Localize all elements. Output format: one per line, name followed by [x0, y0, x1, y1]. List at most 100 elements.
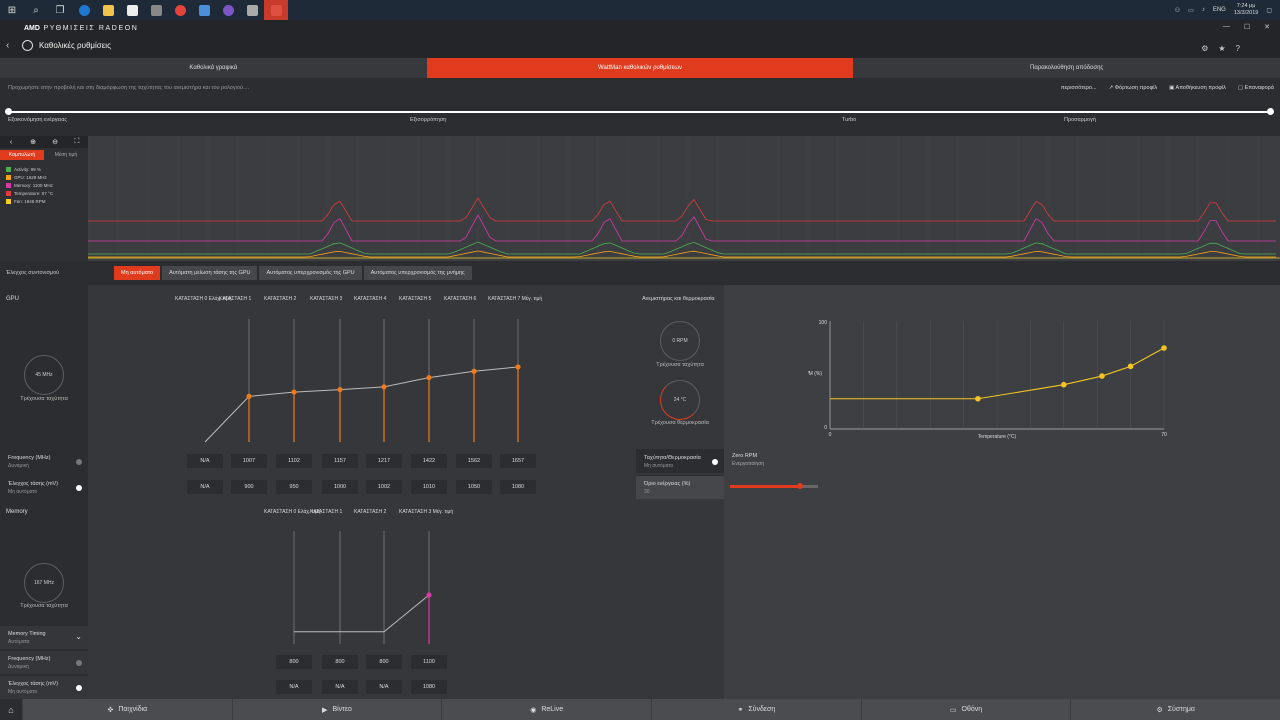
save-profile-button[interactable]: ▣ Αποθήκευση προφίλ: [1169, 85, 1226, 91]
edge-icon[interactable]: [72, 0, 96, 20]
gpu-voltage-row[interactable]: Έλεγχος τάσης (mV) Μη αυτόματο: [0, 475, 88, 499]
legend-item[interactable]: Activity: 99 %: [6, 165, 88, 173]
memory-timing-dropdown[interactable]: Memory Timing Αυτόματα ⌄: [0, 625, 88, 649]
bookmark-star-icon[interactable]: ★: [1218, 44, 1225, 53]
gpu-frequency-cell[interactable]: N/A: [187, 454, 223, 468]
gpu-voltage-cell[interactable]: 1000: [322, 480, 358, 494]
more-link[interactable]: περισσότερο...: [1061, 85, 1097, 91]
tuning-manual-button[interactable]: Μη αυτόματο: [114, 266, 161, 280]
gpu-voltage-cell[interactable]: 1080: [500, 480, 536, 494]
task-view-icon[interactable]: ❐: [48, 0, 72, 20]
memory-state-point[interactable]: [426, 592, 432, 598]
gpu-voltage-cell[interactable]: N/A: [187, 480, 223, 494]
home-icon[interactable]: ⌂: [0, 699, 22, 720]
gpu-frequency-cell[interactable]: 1657: [500, 454, 536, 468]
nav-video[interactable]: ▶ Βίντεο: [231, 699, 442, 720]
fan-curve-point[interactable]: [975, 395, 981, 402]
fan-curve-point[interactable]: [1161, 345, 1167, 351]
gpu-frequency-row[interactable]: Frequency (MHz) Δυναμική: [0, 449, 88, 473]
preset-power-saving[interactable]: Εξοικονόμηση ενέργειας: [8, 117, 67, 123]
calculator-icon[interactable]: [144, 0, 168, 20]
gpu-frequency-cell[interactable]: 1007: [231, 454, 267, 468]
people-icon[interactable]: ⚇: [1175, 7, 1180, 14]
memory-voltage-cell[interactable]: N/A: [366, 680, 402, 694]
gpu-frequency-cell[interactable]: 1562: [456, 454, 492, 468]
gpu-frequency-cell[interactable]: 1217: [366, 454, 402, 468]
radeon-icon[interactable]: [264, 0, 288, 20]
preset-stop-custom[interactable]: [1267, 108, 1274, 115]
nav-relive[interactable]: ◉ ReLive: [441, 699, 651, 720]
gpu-frequency-toggle[interactable]: [76, 459, 82, 465]
tuning-auto-oc-memory-button[interactable]: Αυτόματος υπερχρονισμός της μνήμης: [363, 266, 472, 280]
nav-connect[interactable]: ⚭ Σύνδεση: [651, 699, 861, 720]
close-button[interactable]: ✕: [1264, 23, 1270, 31]
network-icon[interactable]: ▭: [1188, 7, 1194, 14]
chrome-icon[interactable]: [168, 0, 192, 20]
gpu-state-point[interactable]: [291, 389, 297, 395]
memory-frequency-cell[interactable]: 800: [276, 655, 312, 669]
preset-balanced[interactable]: Εξισορρόπηση: [410, 117, 446, 123]
memory-frequency-cell[interactable]: 800: [322, 655, 358, 669]
tuning-auto-oc-gpu-button[interactable]: Αυτόματος υπερχρονισμός της GPU: [259, 266, 362, 280]
memory-frequency-row[interactable]: Frequency (MHz) Δυναμική: [0, 650, 88, 674]
zero-rpm-status[interactable]: Ενεργοποίηση: [732, 461, 764, 467]
fan-speed-temp-row[interactable]: Ταχύτητα/Θερμοκρασία Μη αυτόματο: [636, 449, 724, 473]
zoom-out-icon[interactable]: ⊖: [44, 136, 66, 148]
memory-frequency-cell[interactable]: 1100: [411, 655, 447, 669]
legend-item[interactable]: Memory: 1100 MHz: [6, 181, 88, 189]
tab-global-graphics[interactable]: Καθολικά γραφικά: [0, 58, 427, 78]
gpu-voltage-cell[interactable]: 1002: [366, 480, 402, 494]
gpu-state-point[interactable]: [381, 384, 387, 390]
memory-voltage-cell[interactable]: N/A: [322, 680, 358, 694]
reset-button[interactable]: ▢ Επαναφορά: [1238, 85, 1274, 91]
tab-wattman[interactable]: WattMan καθολικών ρυθμίσεων: [426, 58, 854, 78]
file-explorer-icon[interactable]: [96, 0, 120, 20]
preset-handle[interactable]: [5, 108, 12, 115]
nav-system[interactable]: ⚙ Σύστημα: [1070, 699, 1280, 720]
search-icon[interactable]: ⌕: [24, 0, 48, 20]
nav-gaming[interactable]: ✜ Παιχνίδια: [22, 699, 232, 720]
fan-speed-temp-toggle[interactable]: [712, 459, 718, 465]
notifications-icon[interactable]: ▢: [1266, 7, 1272, 14]
clock[interactable]: 7:24 μμ 13/3/2019: [1234, 3, 1258, 17]
legend-item[interactable]: GPU: 1628 MHz: [6, 173, 88, 181]
power-limit-row[interactable]: Όριο ενέργειας (%) 30: [636, 475, 724, 499]
tab-performance-monitoring[interactable]: Παρακολούθηση απόδοσης: [853, 58, 1280, 78]
memory-voltage-toggle[interactable]: [76, 685, 82, 691]
gpu-voltage-cell[interactable]: 1010: [411, 480, 447, 494]
language-indicator[interactable]: ENG: [1213, 7, 1226, 13]
mail-icon[interactable]: [120, 0, 144, 20]
preset-turbo[interactable]: Turbo: [842, 117, 856, 123]
settings-gear-icon[interactable]: ⚙: [1201, 44, 1208, 53]
memory-states-chart[interactable]: [88, 521, 636, 651]
fullscreen-icon[interactable]: ⛶: [66, 136, 88, 148]
gpu-states-chart[interactable]: [88, 305, 636, 465]
memory-frequency-cell[interactable]: 800: [366, 655, 402, 669]
legend-item[interactable]: Fan: 1846 RPM: [6, 197, 88, 205]
photos-icon[interactable]: [240, 0, 264, 20]
nav-display[interactable]: ▭ Οθόνη: [860, 699, 1071, 720]
mode-average-button[interactable]: Μέση τιμή: [44, 150, 88, 160]
gpu-voltage-cell[interactable]: 950: [276, 480, 312, 494]
gpu-frequency-cell[interactable]: 1157: [322, 454, 358, 468]
volume-icon[interactable]: ♪: [1202, 7, 1205, 13]
preset-track[interactable]: [8, 111, 1272, 113]
gpu-voltage-cell[interactable]: 1050: [456, 480, 492, 494]
gpu-frequency-cell[interactable]: 1422: [411, 454, 447, 468]
memory-frequency-toggle[interactable]: [76, 660, 82, 666]
gpu-state-point[interactable]: [246, 393, 252, 399]
gpu-frequency-cell[interactable]: 1102: [276, 454, 312, 468]
fan-curve-point[interactable]: [1099, 373, 1105, 379]
preset-slider[interactable]: Εξοικονόμηση ενέργειας Εξισορρόπηση Turb…: [0, 100, 1280, 136]
legend-item[interactable]: Temperature: 57 °C: [6, 189, 88, 197]
back-arrow-icon[interactable]: ‹: [6, 40, 9, 51]
load-profile-button[interactable]: ↗ Φόρτωση προφίλ: [1109, 85, 1158, 91]
preset-custom[interactable]: Προσαρμογή: [1064, 117, 1096, 123]
gpu-voltage-toggle[interactable]: [76, 485, 82, 491]
viber-icon[interactable]: [216, 0, 240, 20]
minimize-button[interactable]: —: [1223, 23, 1230, 31]
gpu-state-point[interactable]: [426, 374, 432, 381]
fan-curve-chart[interactable]: 100 00 70 Temperature (°C) PWM (%): [808, 313, 1168, 453]
memory-voltage-row[interactable]: Έλεγχος τάσης (mV) Μη αυτόματο: [0, 675, 88, 699]
gpu-voltage-cell[interactable]: 900: [231, 480, 267, 494]
